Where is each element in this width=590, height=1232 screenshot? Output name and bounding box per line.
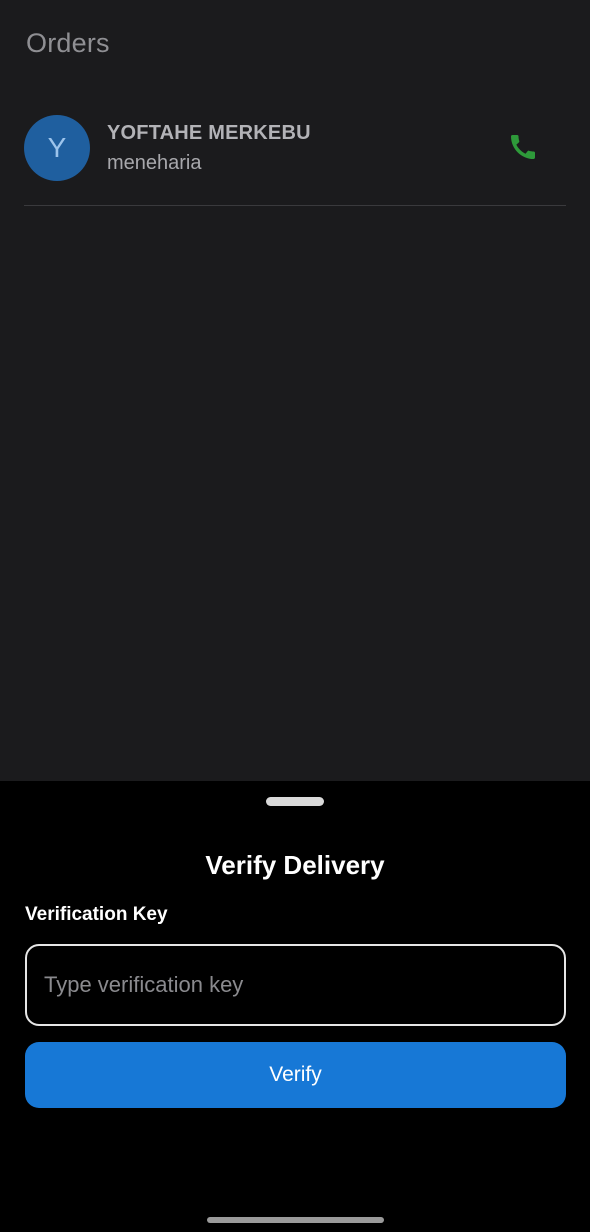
avatar-initial: Y <box>47 132 67 163</box>
avatar: Y <box>24 115 90 181</box>
sheet-title: Verify Delivery <box>205 850 385 880</box>
page-title: Orders <box>26 28 110 58</box>
verify-button[interactable]: Verify <box>25 1042 566 1108</box>
customer-subtitle: meneharia <box>107 152 202 174</box>
verification-key-input[interactable] <box>25 944 566 1026</box>
phone-icon <box>511 135 535 159</box>
orders-screen: Orders Y YOFTAHE MERKEBU meneharia Verif… <box>0 0 590 1232</box>
home-indicator <box>207 1217 384 1223</box>
call-button[interactable] <box>506 130 540 164</box>
verification-key-label: Verification Key <box>25 904 168 925</box>
customer-name: YOFTAHE MERKEBU <box>107 122 311 144</box>
order-list-item[interactable]: Y YOFTAHE MERKEBU meneharia <box>24 110 566 206</box>
verify-delivery-sheet: Verify Delivery Verification Key Verify <box>0 781 590 1232</box>
sheet-drag-handle[interactable] <box>266 797 324 806</box>
